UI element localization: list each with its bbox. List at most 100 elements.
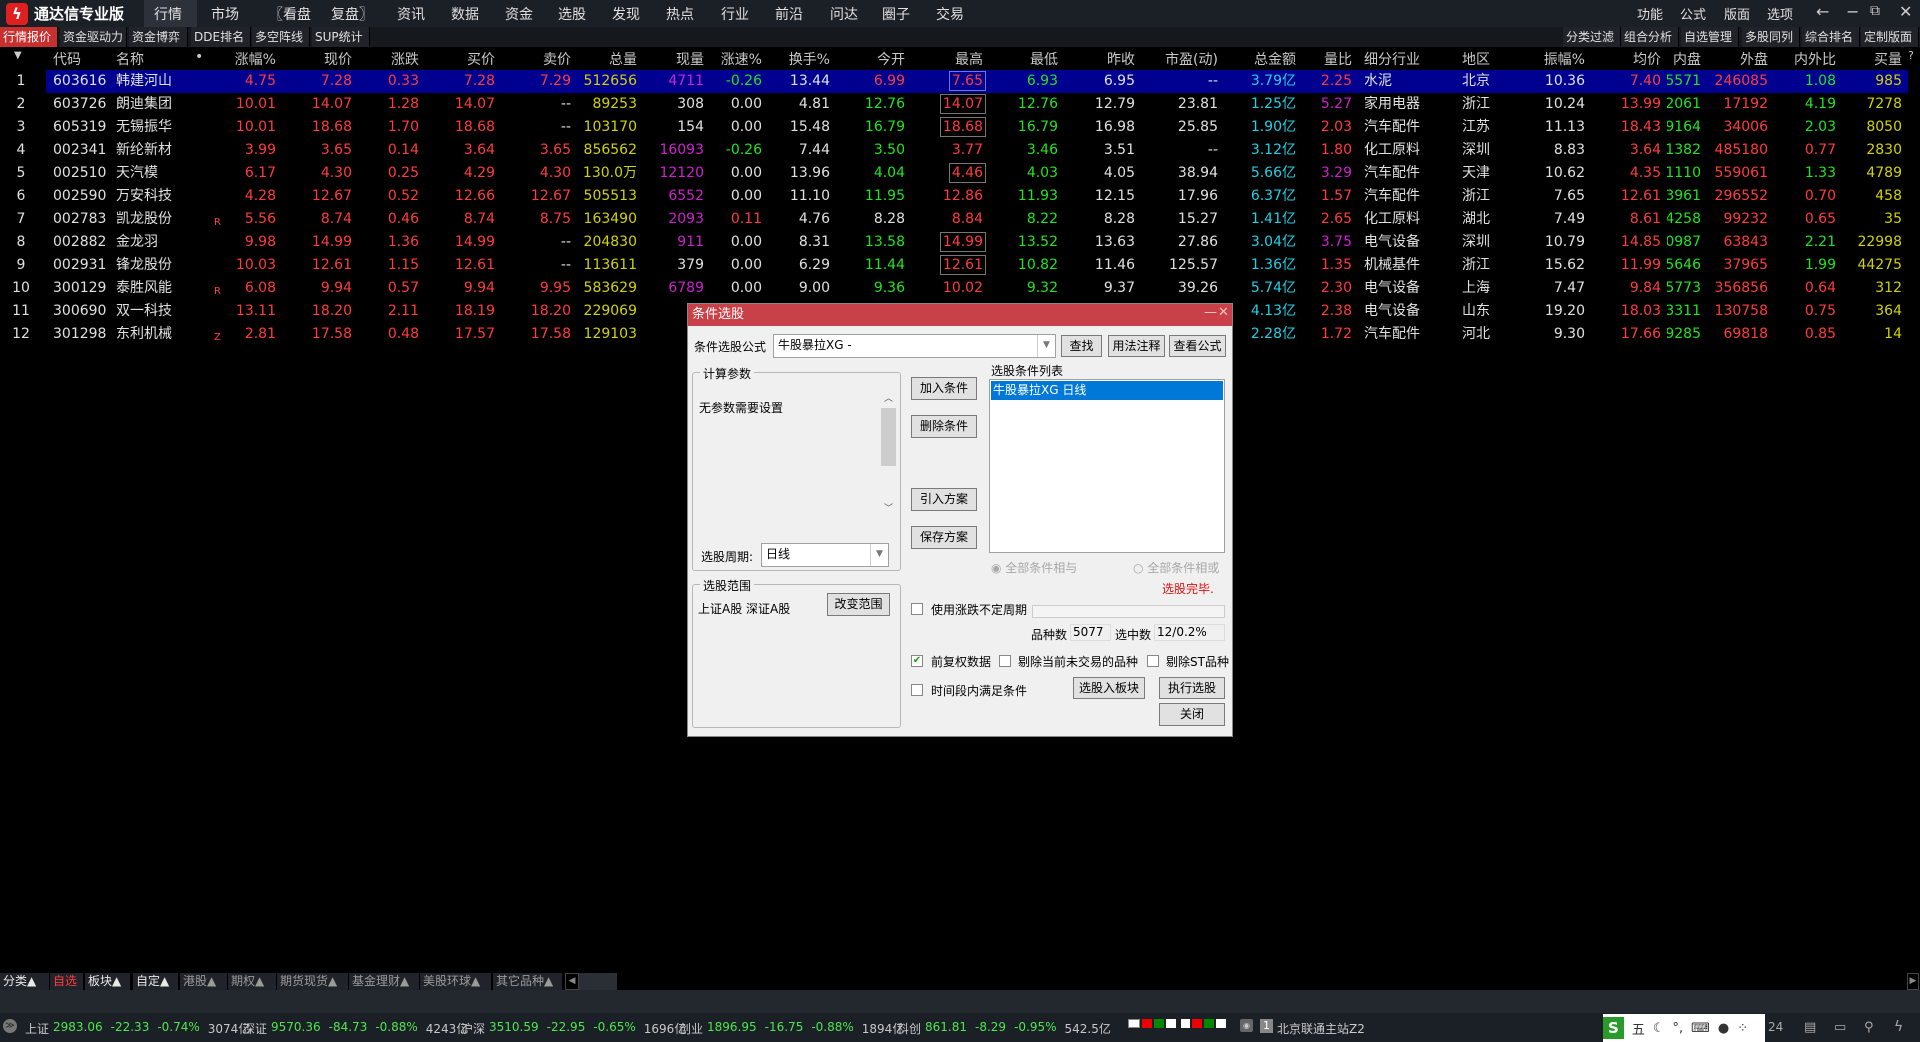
menu-item-1[interactable]: 市场 [211, 4, 239, 24]
help-icon[interactable]: ? [1908, 49, 1914, 62]
subtab-4[interactable]: 多空阵线 [252, 27, 310, 47]
col-header-price[interactable]: 现价 [324, 49, 352, 69]
table-row[interactable]: 5 002510 天汽模 6.17 4.30 0.25 4.29 4.30 130.0万 1212… [0, 162, 1920, 185]
menu-right-item-3[interactable]: 选项 [1767, 4, 1793, 23]
col-header-bid[interactable]: 买价 [467, 49, 495, 69]
import-scheme-button[interactable]: 引入方案 [911, 488, 977, 511]
col-header-high[interactable]: 最高 [955, 49, 983, 69]
menu-item-11[interactable]: 前沿 [775, 4, 803, 24]
user-icon[interactable]: ● [1718, 1021, 1729, 1036]
col-header-open[interactable]: 今开 [877, 49, 905, 69]
moon-icon[interactable]: ☾ [1653, 1021, 1665, 1036]
subtab-2[interactable]: 资金博弈 [129, 27, 188, 47]
index-4[interactable]: 科创 861.81 -8.29 -0.95% 542.5亿 [897, 1020, 1111, 1037]
col-header-qr[interactable]: 量比 [1324, 49, 1352, 69]
radio-all-or[interactable]: ○ 全部条件相或 [1133, 559, 1219, 576]
condition-list-item[interactable]: 牛股暴拉XG 日线 [991, 381, 1223, 400]
menu-item-14[interactable]: 交易 [936, 4, 964, 24]
exclude-untraded-checkbox[interactable] [999, 655, 1011, 667]
forward-adjust-checkbox[interactable]: ✔ [911, 655, 923, 667]
dialog-minimize-icon[interactable]: — [1204, 305, 1217, 320]
chevron-down-icon[interactable]: ▼ [870, 544, 888, 566]
bottom-tab-4[interactable]: 港股▲ [180, 973, 227, 990]
menu-item-9[interactable]: 热点 [666, 4, 694, 24]
col-header-low[interactable]: 最低 [1030, 49, 1058, 69]
col-header-industry[interactable]: 细分行业 [1364, 49, 1420, 69]
scroll-down-icon[interactable]: ﹀ [884, 501, 893, 514]
find-button[interactable]: 查找 [1061, 335, 1102, 357]
ime-mode[interactable]: 五 [1632, 1019, 1645, 1038]
col-header-ask[interactable]: 卖价 [543, 49, 571, 69]
power-icon[interactable]: ϟ [1894, 1019, 1903, 1035]
subtab-right-3[interactable]: 多股同列 [1742, 27, 1800, 47]
bottom-tab-6[interactable]: 期货现货▲ [277, 973, 348, 990]
menu-item-12[interactable]: 问达 [830, 4, 858, 24]
time-condition-checkbox[interactable] [911, 684, 923, 696]
formula-select[interactable]: 牛股暴拉XG - ▼ [773, 334, 1056, 358]
scroll-up-icon[interactable]: ︿ [884, 391, 893, 404]
period-select[interactable]: 日线 ▼ [761, 543, 889, 567]
close-icon[interactable]: ✕ [1899, 2, 1912, 21]
col-header-name[interactable]: 名称 [116, 49, 144, 69]
table-row[interactable]: 7 002783 凯龙股份 R 5.56 8.74 0.46 8.74 8.75 163490 20… [0, 208, 1920, 231]
chevron-down-icon[interactable]: ▼ [1037, 335, 1055, 357]
minimize-icon[interactable]: − [1846, 2, 1859, 21]
col-header-vol[interactable]: 总量 [609, 49, 637, 69]
col-header-turnover[interactable]: 换手% [789, 49, 830, 69]
usage-button[interactable]: 用法注释 [1108, 335, 1165, 357]
menu-right-item-0[interactable]: 功能 [1637, 4, 1663, 23]
bottom-tab-5[interactable]: 期权▲ [228, 973, 276, 990]
index-3[interactable]: 创业 1896.95 -16.75 -0.88% 1894亿 [679, 1020, 904, 1037]
ime-toolbar[interactable]: S 五 ☾ °, ⌨ ● ⁘ [1603, 1014, 1765, 1042]
table-row[interactable]: 6 002590 万安科技 4.28 12.67 0.52 12.66 12.67 505513… [0, 185, 1920, 208]
close-button[interactable]: 关闭 [1159, 703, 1225, 726]
scroll-thumb[interactable] [881, 408, 896, 466]
menu-item-3[interactable]: 复盘〗 [331, 4, 373, 24]
back-icon[interactable]: ← [1816, 2, 1829, 21]
index-2[interactable]: 沪深 3510.59 -22.95 -0.65% 1696亿 [461, 1020, 686, 1037]
bottom-tab-9[interactable]: 其它品种▲ [493, 973, 562, 990]
menu-item-0[interactable]: 行情 [154, 4, 182, 24]
menu-item-4[interactable]: 资讯 [397, 4, 425, 24]
view-formula-button[interactable]: 查看公式 [1169, 335, 1226, 357]
scroll-right-icon[interactable]: ▶ [1907, 973, 1919, 990]
col-header-vol-now[interactable]: 现量 [676, 49, 704, 69]
col-header-amp[interactable]: 振幅% [1544, 49, 1585, 69]
add-to-block-button[interactable]: 选股入板块 [1073, 677, 1145, 699]
col-header-code[interactable]: 代码 [53, 49, 81, 69]
col-header-inner[interactable]: 内盘 [1667, 49, 1701, 69]
bottom-tab-3[interactable]: 自定▲ [133, 973, 178, 990]
menu-right-item-2[interactable]: 版面 [1724, 4, 1750, 23]
execute-selection-button[interactable]: 执行选股 [1159, 677, 1225, 699]
use-period-checkbox[interactable] [911, 603, 923, 615]
params-scrollbar[interactable]: ︿ ﹀ [881, 391, 896, 516]
menu-item-7[interactable]: 选股 [558, 4, 586, 24]
bottom-tab-7[interactable]: 基金理财▲ [349, 973, 419, 990]
bottom-tab-0[interactable]: 分类▲ [0, 973, 49, 990]
index-1[interactable]: 深证 9570.36 -84.73 -0.88% 4243亿 [243, 1020, 468, 1037]
subtab-1[interactable]: 资金驱动力 [60, 27, 127, 47]
col-header-chg-pct[interactable]: 涨幅% [235, 49, 276, 69]
col-header-pe[interactable]: 市盈(动) [1165, 49, 1218, 69]
table-row[interactable]: 3 605319 无锡振华 10.01 18.68 1.70 18.68 -- 103170 15… [0, 116, 1920, 139]
sort-dropdown-icon[interactable]: ▼ [14, 50, 22, 61]
menu-item-2[interactable]: 〖看盘 [269, 4, 311, 24]
punctuation-icon[interactable]: °, [1672, 1021, 1683, 1036]
restore-icon[interactable]: ⧉ [1870, 3, 1880, 19]
server-name[interactable]: 北京联通主站Z2 [1277, 1020, 1365, 1037]
delete-condition-button[interactable]: 删除条件 [911, 415, 977, 438]
index-0[interactable]: 上证 2983.06 -22.33 -0.74% 3074亿 [25, 1020, 250, 1037]
col-header-speed[interactable]: 涨速% [721, 49, 762, 69]
menu-item-8[interactable]: 发现 [612, 4, 640, 24]
menu-item-10[interactable]: 行业 [721, 4, 749, 24]
col-header-bid-vol[interactable]: 买量 [1874, 49, 1902, 69]
col-header-avg[interactable]: 均价 [1633, 49, 1661, 69]
table-row[interactable]: 2 603726 朗迪集团 10.01 14.07 1.28 14.07 -- 89253 308… [0, 93, 1920, 116]
table-row[interactable]: 1 603616 韩建河山 4.75 7.28 0.33 7.28 7.29 512656 471… [0, 70, 1920, 93]
bottom-tab-2[interactable]: 板块▲ [85, 973, 130, 990]
col-header-amount[interactable]: 总金额 [1254, 49, 1296, 69]
menu-item-5[interactable]: 数据 [451, 4, 479, 24]
dialog-close-icon[interactable]: ✕ [1218, 305, 1229, 320]
subtab-right-4[interactable]: 综合排名 [1802, 27, 1860, 47]
save-scheme-button[interactable]: 保存方案 [911, 526, 977, 549]
